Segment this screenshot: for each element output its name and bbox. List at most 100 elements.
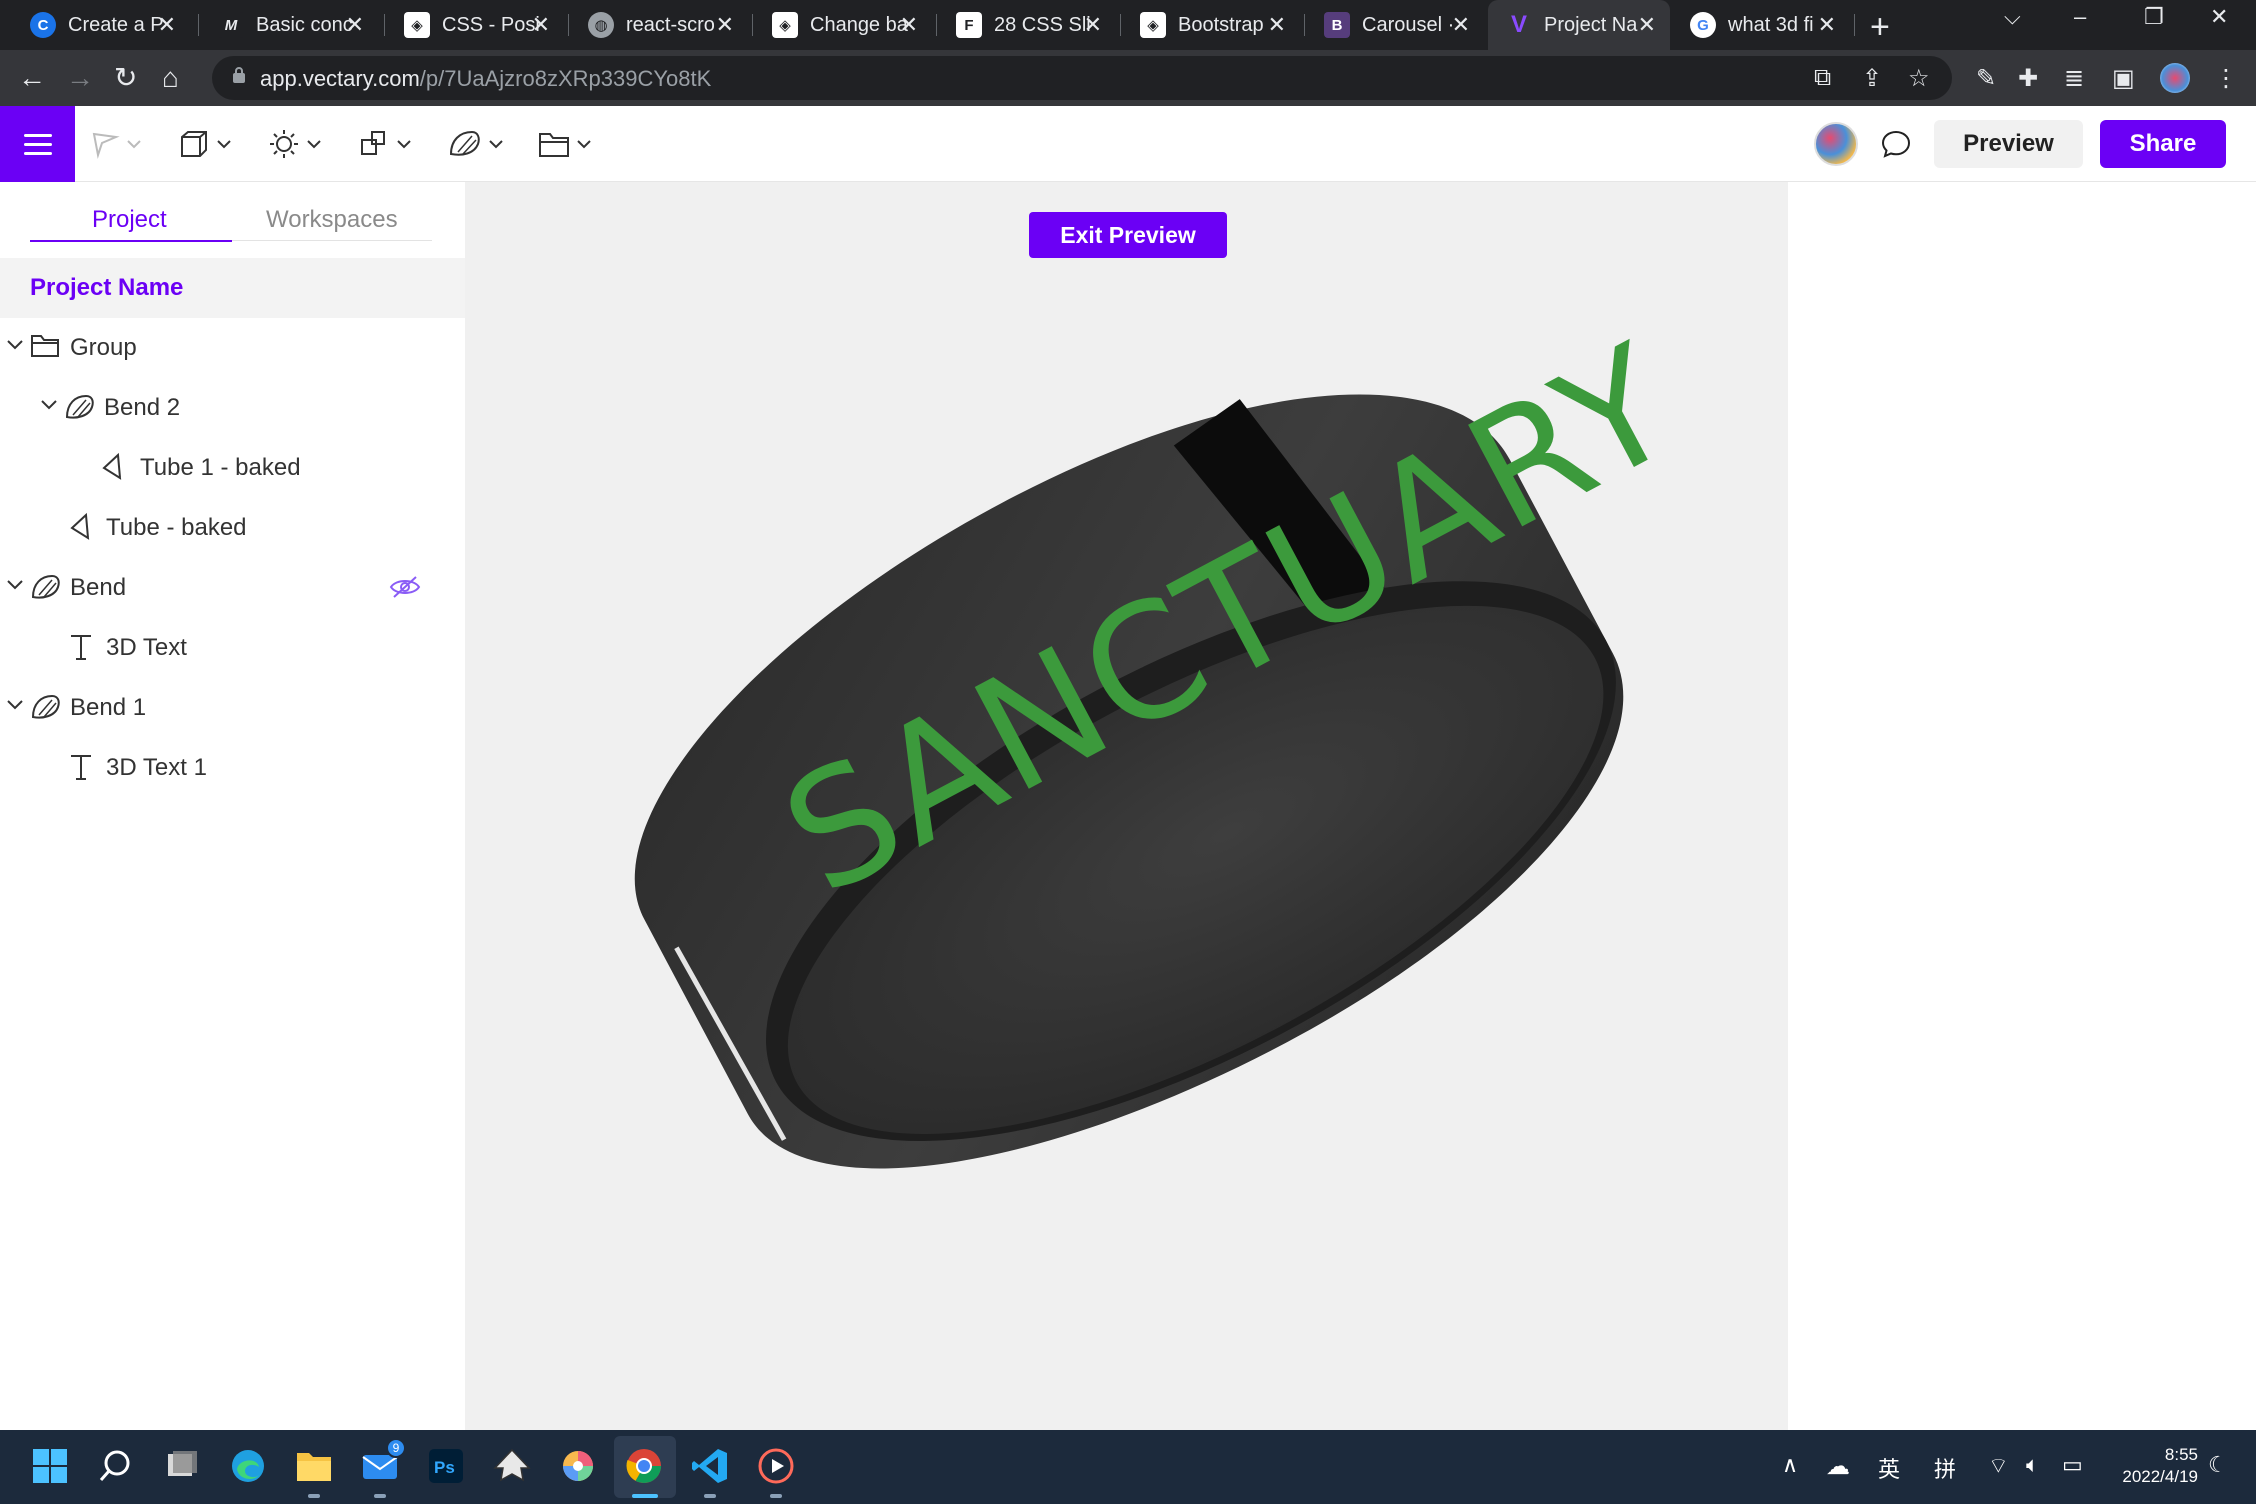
share-page-icon[interactable]: ⇪ xyxy=(1862,64,1882,93)
chevron-down-icon[interactable] xyxy=(6,698,24,712)
ime-mode[interactable]: 拼 xyxy=(1934,1452,1956,1484)
share-button[interactable]: Share xyxy=(2100,120,2226,168)
browser-tab[interactable]: B Carousel · ✕ xyxy=(1306,0,1484,50)
start-icon[interactable] xyxy=(28,1444,72,1488)
browser-tab[interactable]: F 28 CSS Sli ✕ xyxy=(938,0,1116,50)
system-clock[interactable]: 8:55 2022/4/19 xyxy=(2108,1444,2198,1488)
select-tool[interactable] xyxy=(90,128,142,160)
home-icon[interactable]: ⌂ xyxy=(162,62,179,94)
side-panel-icon[interactable]: ▣ xyxy=(2112,64,2135,93)
tab-search-icon[interactable]: ⌵ xyxy=(2004,4,2021,30)
inkscape-icon[interactable] xyxy=(490,1444,534,1488)
battery-icon[interactable]: ▭ xyxy=(2062,1452,2083,1478)
search-icon[interactable] xyxy=(94,1444,138,1488)
browser-tab[interactable]: C Create a P ✕ xyxy=(12,0,190,50)
exit-preview-button[interactable]: Exit Preview xyxy=(1029,212,1227,258)
url-text: app.vectary.com/p/7UaAjzro8zXRp339CYo8tK xyxy=(260,66,711,92)
close-tab-icon[interactable]: ✕ xyxy=(900,12,918,38)
close-tab-icon[interactable]: ✕ xyxy=(158,12,176,38)
close-tab-icon[interactable]: ✕ xyxy=(346,12,364,38)
tab-workspaces[interactable]: Workspaces xyxy=(266,206,398,234)
address-bar[interactable]: app.vectary.com/p/7UaAjzro8zXRp339CYo8tK xyxy=(212,56,1952,100)
primitives-tool[interactable] xyxy=(178,128,232,160)
mesh-icon xyxy=(70,512,90,540)
reload-icon[interactable]: ↻ xyxy=(114,62,137,94)
tree-item-label: Tube 1 - baked xyxy=(140,454,301,481)
close-tab-icon[interactable]: ✕ xyxy=(1268,12,1286,38)
tree-item-tube-1-baked[interactable]: Tube 1 - baked xyxy=(0,438,465,498)
tree-item-group[interactable]: Group xyxy=(0,318,465,378)
bookmark-star-icon[interactable]: ☆ xyxy=(1908,64,1930,93)
deformers-tool[interactable] xyxy=(448,128,504,160)
volume-icon[interactable]: 🔈︎ xyxy=(2026,1452,2039,1478)
wifi-icon[interactable]: ⌔ xyxy=(1988,1452,2009,1480)
viewport-canvas[interactable]: SANCTUARY Exit Preview xyxy=(465,182,1788,1430)
close-tab-icon[interactable]: ✕ xyxy=(1638,12,1656,38)
close-tab-icon[interactable]: ✕ xyxy=(1818,12,1836,38)
mail-icon[interactable]: 9 xyxy=(358,1438,406,1488)
tree-item-tube-baked[interactable]: Tube - baked xyxy=(0,498,465,558)
browser-tab[interactable]: ◍ react-scro ✕ xyxy=(570,0,748,50)
chevron-down-icon[interactable] xyxy=(6,338,24,352)
color-wheel-icon[interactable] xyxy=(556,1444,600,1488)
tree-item-3d-text-1[interactable]: 3D Text 1 xyxy=(0,738,465,798)
main-menu-button[interactable] xyxy=(0,106,75,182)
chrome-icon[interactable] xyxy=(622,1444,666,1488)
extensions-icon[interactable]: ✚ xyxy=(2018,64,2038,93)
transform-tool[interactable] xyxy=(358,128,412,160)
browser-tab[interactable]: ◈ CSS - Posi ✕ xyxy=(386,0,564,50)
chevron-down-icon[interactable] xyxy=(40,398,58,412)
onedrive-icon[interactable]: ☁ xyxy=(1826,1452,1850,1481)
chevron-down-icon[interactable] xyxy=(6,578,24,592)
task-view-icon[interactable] xyxy=(160,1444,204,1488)
forward-icon[interactable]: → xyxy=(66,62,94,94)
browser-tab[interactable]: ◈ Bootstrap ✕ xyxy=(1122,0,1300,50)
comment-icon[interactable] xyxy=(1880,128,1912,160)
running-indicator xyxy=(374,1494,386,1498)
hidden-eye-icon[interactable] xyxy=(388,574,422,600)
tree-item-bend-1[interactable]: Bend 1 xyxy=(0,678,465,738)
new-tab-button[interactable]: + xyxy=(1870,8,1890,47)
tray-overflow-icon[interactable]: ∧ xyxy=(1782,1452,1798,1478)
tree-item-bend-2[interactable]: Bend 2 xyxy=(0,378,465,438)
close-tab-icon[interactable]: ✕ xyxy=(716,12,734,38)
edge-icon[interactable] xyxy=(226,1444,270,1488)
browser-tab[interactable]: G what 3d fi ✕ xyxy=(1672,0,1850,50)
extension-pen-icon[interactable]: ✎ xyxy=(1976,64,1996,93)
group-tool[interactable] xyxy=(538,128,592,160)
notifications-icon[interactable]: ☾ xyxy=(2208,1452,2228,1478)
tab-separator xyxy=(1304,14,1305,36)
browser-menu-icon[interactable]: ⋮ xyxy=(2214,64,2238,93)
close-window-icon[interactable]: ✕ xyxy=(2210,4,2228,30)
preview-button[interactable]: Preview xyxy=(1934,120,2083,168)
project-name-row[interactable]: Project Name xyxy=(0,258,465,318)
file-explorer-icon[interactable] xyxy=(292,1444,336,1488)
photoshop-icon[interactable]: Ps xyxy=(424,1444,468,1488)
browser-tab[interactable]: M Basic conc ✕ xyxy=(200,0,378,50)
browser-tab-active[interactable]: V Project Na ✕ xyxy=(1488,0,1670,50)
back-icon[interactable]: ← xyxy=(18,62,46,94)
media-player-icon[interactable] xyxy=(754,1444,798,1488)
user-avatar[interactable] xyxy=(1814,122,1858,166)
minimize-icon[interactable]: – xyxy=(2074,4,2086,30)
tree-item-label: Bend xyxy=(70,574,127,601)
tab-project[interactable]: Project xyxy=(92,206,167,234)
chevron-down-icon xyxy=(127,140,141,149)
vscode-icon[interactable] xyxy=(688,1444,732,1488)
close-tab-icon[interactable]: ✕ xyxy=(1452,12,1470,38)
shapes-icon xyxy=(361,131,385,155)
tree-item-3d-text[interactable]: 3D Text xyxy=(0,618,465,678)
translate-icon[interactable]: ⧉ xyxy=(1814,64,1831,92)
profile-avatar[interactable] xyxy=(2160,63,2190,93)
tree-item-bend[interactable]: Bend xyxy=(0,558,465,618)
ime-language[interactable]: 英 xyxy=(1878,1452,1900,1484)
folder-icon xyxy=(31,335,59,357)
ring-3d-model[interactable]: SANCTUARY xyxy=(465,182,1788,1430)
restore-icon[interactable]: ❐ xyxy=(2144,4,2164,30)
close-tab-icon[interactable]: ✕ xyxy=(532,12,550,38)
lights-tool[interactable] xyxy=(268,128,322,160)
tree-item-label: 3D Text xyxy=(106,634,187,661)
media-icon[interactable]: ≣ xyxy=(2064,64,2084,93)
browser-tab[interactable]: ◈ Change ba ✕ xyxy=(754,0,932,50)
close-tab-icon[interactable]: ✕ xyxy=(1084,12,1102,38)
